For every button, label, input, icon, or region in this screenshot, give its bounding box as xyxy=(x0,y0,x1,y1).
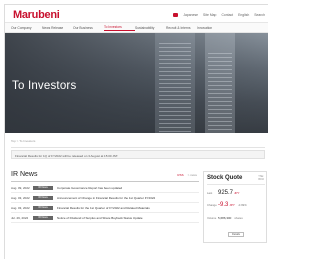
news-category-badge: IR News xyxy=(33,216,53,220)
stock-change-percent: -0.99% xyxy=(237,203,247,207)
stock-volume-value: 5,686,300 xyxy=(218,216,232,220)
news-date: Aug. 03, 2022 xyxy=(11,206,30,210)
list-item[interactable]: Aug. 09, 2022 IR News Corporate Governan… xyxy=(11,184,199,193)
hero-banner: To Investors xyxy=(5,33,268,133)
nav-item-our-business[interactable]: Our Business xyxy=(73,26,104,30)
notice-banner[interactable]: Financial Results for 1Q of FY2022 will … xyxy=(11,150,265,159)
rss-link[interactable]: RSS xyxy=(177,173,183,177)
nav-item-innovation[interactable]: Innovation xyxy=(197,26,228,30)
stock-change-value: -9.3 xyxy=(218,202,229,208)
hero-building-windows-2 xyxy=(208,53,232,133)
utility-bar: Japanese Site Map Contact English Search xyxy=(173,11,265,19)
stock-change-row: Change -9.3 JPY -0.99% xyxy=(207,201,267,209)
news-date: Aug. 03, 2022 xyxy=(11,196,30,200)
nav-item-news-release[interactable]: News Release xyxy=(42,26,73,30)
stock-volume-unit: shares xyxy=(234,216,243,220)
list-item[interactable]: Aug. 03, 2022 IR News Financial Results … xyxy=(11,204,199,213)
news-category-badge: IR News xyxy=(33,196,53,200)
stock-change-label: Change xyxy=(207,203,217,207)
language-icon xyxy=(173,13,179,17)
utility-japanese[interactable]: Japanese xyxy=(183,13,198,17)
stock-volume-row: Volume 5,686,300 shares xyxy=(207,214,267,222)
ir-news-links: RSS > more xyxy=(177,173,197,177)
browser-viewport: Marubeni Japanese Site Map Contact Engli… xyxy=(4,4,268,259)
ir-news-heading: IR News xyxy=(11,171,38,178)
ir-news-section: IR News RSS > more Aug. 09, 2022 IR News… xyxy=(9,171,201,243)
stock-details-button[interactable]: Details xyxy=(228,232,244,237)
utility-sitemap[interactable]: Site Map xyxy=(203,13,216,17)
stock-last-row: Last 925.7 JPY xyxy=(207,189,267,197)
divider xyxy=(207,184,265,185)
stock-last-value: 925.7 xyxy=(218,190,234,196)
hero-building-windows xyxy=(159,43,191,133)
divider xyxy=(11,147,265,148)
page-bottom-spacer xyxy=(5,245,268,259)
stock-last-unit: JPY xyxy=(234,191,240,195)
site-header: Marubeni Japanese Site Map Contact Engli… xyxy=(5,5,268,23)
more-link[interactable]: > more xyxy=(188,173,197,177)
stock-volume-label: Volume xyxy=(207,216,217,220)
nav-item-recruit[interactable]: Recruit & Interns xyxy=(166,26,197,30)
news-title[interactable]: Corporate Governance Report has been upd… xyxy=(57,186,197,190)
marubeni-logo[interactable]: Marubeni xyxy=(13,9,60,21)
stock-quote-ticker: TSE: 8002 xyxy=(258,175,264,182)
global-nav: Our Company News Release Our Business To… xyxy=(5,23,268,33)
utility-contact[interactable]: Contact xyxy=(221,13,233,17)
news-date: Aug. 09, 2022 xyxy=(11,186,30,190)
breadcrumb[interactable]: Top > To Investors xyxy=(11,139,35,143)
page: Marubeni Japanese Site Map Contact Engli… xyxy=(0,0,268,259)
nav-item-sustainability[interactable]: Sustainability xyxy=(135,26,166,30)
nav-item-our-company[interactable]: Our Company xyxy=(11,26,42,30)
stock-quote-heading: Stock Quote xyxy=(207,175,243,181)
utility-english[interactable]: English xyxy=(238,13,249,17)
stock-quote-panel: Stock Quote TSE: 8002 Last 925.7 JPY Cha… xyxy=(203,171,267,243)
list-item[interactable]: Jul. 29, 2022 IR News Notice of Dividend… xyxy=(11,214,199,223)
news-title[interactable]: Notice of Dividend of Surplus and Share … xyxy=(57,216,197,220)
utility-search[interactable]: Search xyxy=(254,13,265,17)
news-category-badge: IR News xyxy=(33,186,53,190)
stock-change-unit: JPY xyxy=(229,203,235,207)
list-item[interactable]: Aug. 03, 2022 IR News Announcement of Ch… xyxy=(11,194,199,203)
divider xyxy=(11,181,199,182)
nav-item-to-investors[interactable]: To Investors xyxy=(104,25,135,31)
news-title[interactable]: Financial Results for the 1st Quarter of… xyxy=(57,206,197,210)
stock-last-label: Last xyxy=(207,191,213,195)
news-category-badge: IR News xyxy=(33,206,53,210)
news-title[interactable]: Announcement of Change in Financial Resu… xyxy=(57,196,197,200)
news-date: Jul. 29, 2022 xyxy=(11,216,29,220)
hero-title: To Investors xyxy=(12,80,77,92)
